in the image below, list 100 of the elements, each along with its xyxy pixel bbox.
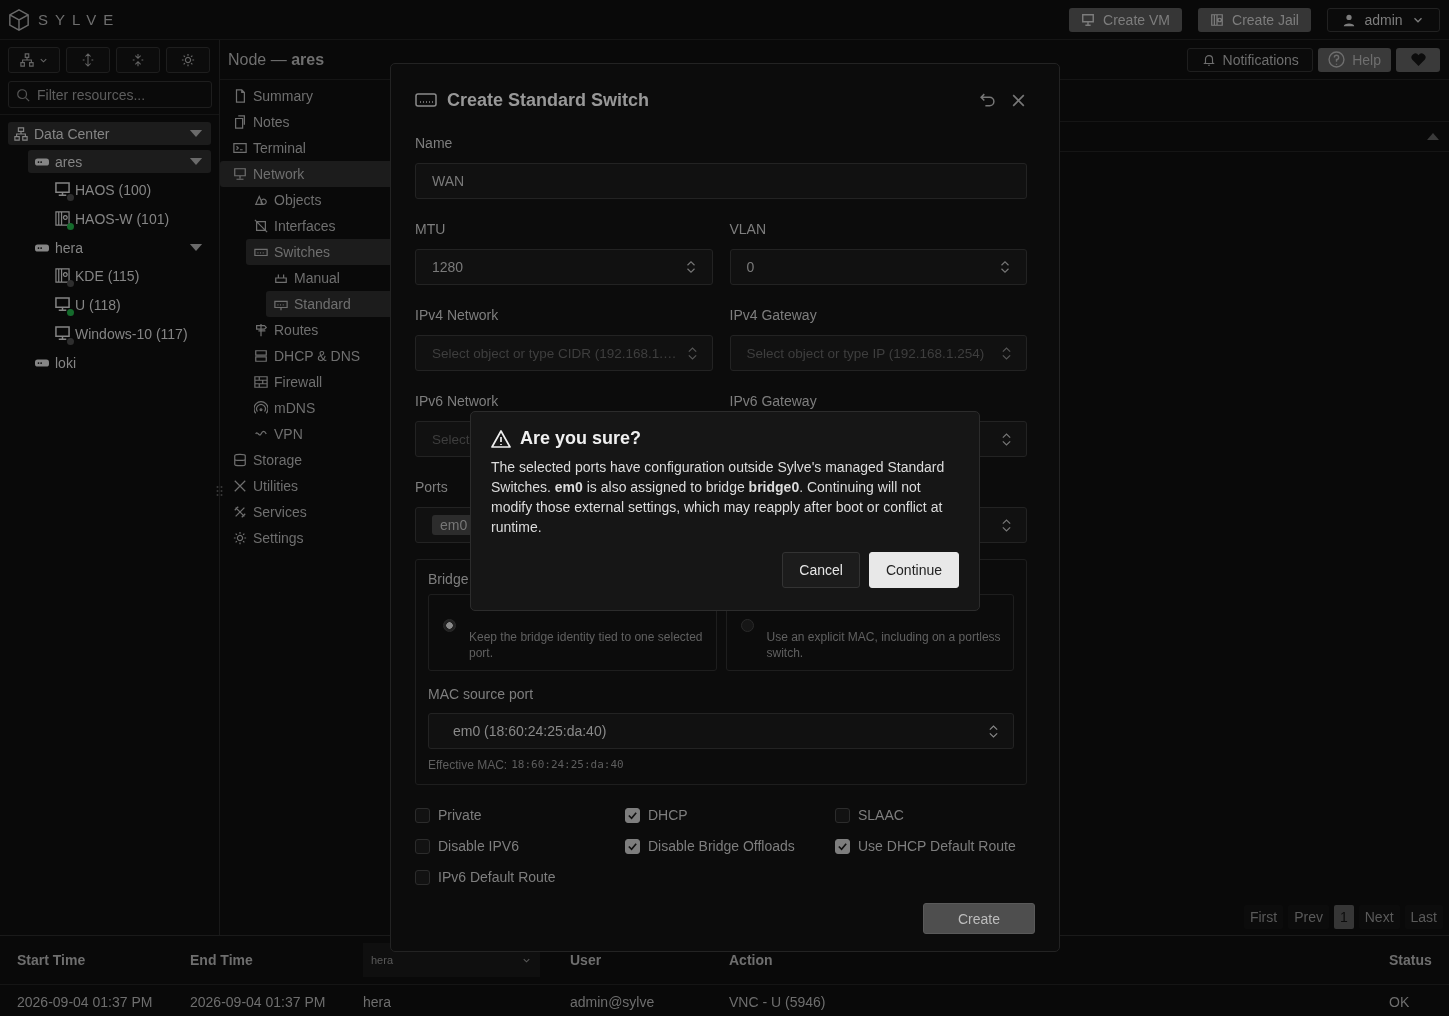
nav-item[interactable]: VPN bbox=[246, 421, 390, 447]
tree-item[interactable]: hera bbox=[28, 236, 211, 259]
nav-item[interactable]: Summary bbox=[220, 83, 390, 109]
field-label: MAC source port bbox=[428, 685, 534, 703]
checkmark-icon bbox=[837, 840, 848, 852]
checkbox[interactable] bbox=[625, 807, 640, 823]
nav-item[interactable]: Network bbox=[220, 161, 390, 187]
mac-source-select[interactable]: em0 (18:60:24:25:da:40) bbox=[428, 713, 1014, 749]
spinner-icon[interactable] bbox=[998, 258, 1012, 276]
tree-item[interactable]: HAOS-W (101) bbox=[55, 207, 211, 231]
user-menu[interactable]: admin bbox=[1327, 7, 1440, 32]
server-icon bbox=[254, 349, 268, 363]
crossed-tools-icon bbox=[233, 505, 247, 519]
nav-item[interactable]: Standard bbox=[266, 291, 390, 317]
nav-item[interactable]: Services bbox=[220, 499, 390, 525]
field-label: IPv6 Gateway bbox=[729, 392, 817, 410]
undo-icon[interactable] bbox=[979, 91, 996, 109]
cube-logo-icon bbox=[8, 8, 30, 31]
radio-button[interactable] bbox=[443, 619, 456, 632]
nav-item[interactable]: Utilities bbox=[220, 473, 390, 499]
create-button[interactable]: Create bbox=[923, 903, 1035, 934]
create-button[interactable]: Create Jail bbox=[1198, 7, 1311, 32]
column-header: User bbox=[570, 952, 603, 968]
mtu-field[interactable]: 1280 bbox=[415, 249, 713, 285]
database-icon bbox=[233, 453, 247, 467]
field-label: Bridge bbox=[428, 570, 469, 588]
field-label: IPv4 Gateway bbox=[729, 306, 817, 324]
field-label: Name bbox=[415, 134, 453, 152]
checkbox-label: DHCP bbox=[648, 807, 688, 823]
nav-item[interactable]: Routes bbox=[246, 317, 390, 343]
nav-item[interactable]: Settings bbox=[220, 525, 390, 551]
nav-item[interactable]: Manual bbox=[266, 265, 390, 291]
create-button[interactable]: Create VM bbox=[1069, 7, 1182, 32]
modal-title: Create Standard Switch bbox=[447, 89, 651, 111]
expand-icon bbox=[81, 53, 95, 67]
checkmark-icon bbox=[627, 809, 638, 821]
effective-mac-label: Effective MAC: bbox=[428, 758, 508, 772]
tree-view-button[interactable] bbox=[8, 47, 60, 73]
checkbox[interactable] bbox=[415, 869, 430, 885]
checkbox[interactable] bbox=[835, 838, 850, 854]
expand-all-button[interactable] bbox=[66, 47, 110, 73]
checkbox-label: Disable Bridge Offloads bbox=[648, 838, 795, 854]
monitor-icon bbox=[55, 182, 70, 197]
collapse-icon bbox=[131, 53, 145, 67]
cancel-button[interactable]: Cancel bbox=[782, 552, 860, 588]
resize-handle-icon[interactable] bbox=[215, 484, 224, 498]
chevron-up-down-icon bbox=[686, 345, 698, 361]
option-description: Use an explicit MAC, including on a portless switch. bbox=[766, 629, 1001, 662]
checkbox[interactable] bbox=[415, 838, 430, 854]
settings-button[interactable] bbox=[166, 47, 210, 73]
nav-item[interactable]: Firewall bbox=[246, 369, 390, 395]
chevron-up-down-icon bbox=[1001, 431, 1012, 447]
column-header: Status bbox=[1389, 952, 1433, 968]
sort-ascending-icon[interactable] bbox=[1427, 133, 1439, 140]
heart-icon bbox=[1409, 51, 1427, 68]
nav-item[interactable]: Interfaces bbox=[246, 213, 390, 239]
tree-item[interactable]: Windows-10 (117) bbox=[55, 322, 211, 346]
server-icon bbox=[35, 243, 49, 252]
signpost-icon bbox=[254, 323, 268, 337]
collapse-all-button[interactable] bbox=[116, 47, 160, 73]
tree-item[interactable]: ares bbox=[28, 150, 211, 173]
nav-item[interactable]: Objects bbox=[246, 187, 390, 213]
checkbox[interactable] bbox=[835, 807, 850, 823]
chevron-up-down-icon bbox=[988, 723, 999, 739]
nav-item[interactable]: Storage bbox=[220, 447, 390, 473]
monitor-icon bbox=[1081, 12, 1096, 27]
option-description: Keep the bridge identity tied to one selected port. bbox=[469, 629, 704, 662]
chevron-up-down-icon bbox=[1001, 345, 1012, 361]
pages-icon bbox=[233, 115, 247, 129]
radio-button[interactable] bbox=[740, 619, 754, 632]
firewall-icon bbox=[254, 375, 268, 389]
vlan-field[interactable]: 0 bbox=[729, 249, 1027, 285]
nav-item[interactable]: DHCP & DNS bbox=[246, 343, 390, 369]
nav-item[interactable]: mDNS bbox=[246, 395, 390, 421]
notifications-button[interactable]: Notifications bbox=[1187, 47, 1314, 72]
filter-field[interactable]: Filter resources... bbox=[8, 81, 212, 108]
tree-item[interactable]: Data Center bbox=[8, 122, 211, 145]
switch-icon bbox=[415, 93, 437, 107]
continue-button[interactable]: Continue bbox=[868, 552, 959, 588]
brand-name: SYLVE bbox=[38, 11, 121, 28]
nav-item[interactable]: Notes bbox=[220, 109, 390, 135]
checkbox-label: Private bbox=[438, 807, 482, 823]
name-field[interactable]: WAN bbox=[415, 163, 1027, 199]
checkbox-label: SLAAC bbox=[858, 807, 904, 823]
checkbox[interactable] bbox=[415, 807, 430, 823]
user-icon bbox=[1342, 12, 1357, 27]
tree-item[interactable]: U (118) bbox=[55, 293, 211, 317]
tree-item[interactable]: KDE (115) bbox=[55, 264, 211, 288]
nav-item[interactable]: Terminal bbox=[220, 135, 390, 161]
monitor-icon bbox=[55, 297, 70, 312]
checkbox[interactable] bbox=[625, 838, 640, 854]
table-cell-text: hera bbox=[363, 994, 393, 1010]
dialog-message: The selected ports have configuration outside Sylve's managed Standard Switches. em0 is also assigned to bridge bridge0. Continuing will not modify those external settings, which may reapply after boot or conflict at runtime. bbox=[491, 458, 946, 537]
favorite-button[interactable] bbox=[1396, 47, 1440, 72]
tree-item[interactable]: loki bbox=[28, 351, 211, 374]
monitor-icon bbox=[55, 326, 70, 341]
nav-item[interactable]: Switches bbox=[246, 239, 390, 265]
tree-item[interactable]: HAOS (100) bbox=[55, 178, 211, 202]
column-header: Action bbox=[729, 952, 774, 968]
shapes-icon bbox=[254, 193, 268, 207]
